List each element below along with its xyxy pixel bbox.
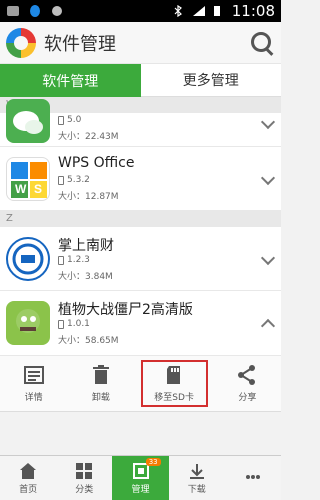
- nav-category[interactable]: 分类: [56, 456, 112, 500]
- app-action-bar: 详情 卸载 移至SD卡 分享: [0, 356, 281, 412]
- bottom-nav: 首页 分类 33 管理 下载: [0, 455, 281, 500]
- battery-icon: [212, 5, 226, 17]
- tab-more-management[interactable]: 更多管理: [140, 64, 281, 97]
- list-item-nancai[interactable]: 掌上南财 1.2.3 大小：3.84M: [0, 227, 281, 291]
- app-size: 大小：3.84M: [58, 272, 113, 282]
- list-item-wps[interactable]: W S WPS Office 5.3.2 大小：12.87M: [0, 147, 281, 211]
- phone-icon: [58, 319, 64, 329]
- nav-home[interactable]: 首页: [0, 456, 56, 500]
- details-button[interactable]: 详情: [0, 356, 67, 411]
- wechat-icon: [6, 99, 50, 143]
- status-bar: 11:08: [0, 0, 281, 22]
- share-button[interactable]: 分享: [214, 356, 281, 411]
- signal-icon: [192, 5, 206, 17]
- svg-text:W: W: [15, 182, 27, 196]
- phone-icon: [58, 255, 64, 265]
- download-icon: [189, 463, 204, 479]
- pvz-icon: [6, 301, 50, 345]
- app-version: 1.2.3: [58, 255, 90, 265]
- share-icon: [238, 365, 256, 385]
- wps-office-icon: W S: [6, 157, 50, 201]
- trash-icon: [92, 365, 109, 384]
- chevron-down-icon[interactable]: [260, 250, 276, 266]
- app-notification-icon: [50, 5, 64, 17]
- more-icon: [245, 475, 260, 479]
- app-version: 1.0.1: [58, 319, 90, 329]
- phone-icon: [58, 115, 64, 125]
- app-name: WPS Office: [58, 155, 135, 171]
- list-item-pvz[interactable]: 植物大战僵尸2高清版 1.0.1 大小：58.65M: [0, 291, 281, 356]
- app-size: 大小：22.43M: [58, 132, 119, 142]
- app-logo-icon: [6, 27, 36, 58]
- move-to-sd-button[interactable]: 移至SD卡: [140, 360, 208, 407]
- page-title: 软件管理: [44, 33, 116, 55]
- nav-download[interactable]: 下载: [169, 456, 225, 500]
- sd-card-icon: [167, 366, 181, 384]
- home-icon: [20, 462, 37, 479]
- svg-text:S: S: [34, 182, 42, 196]
- clock: 11:08: [231, 2, 275, 20]
- chevron-down-icon[interactable]: [260, 170, 276, 186]
- section-header-z: Z: [0, 211, 281, 227]
- notification-icon: [6, 5, 20, 17]
- chevron-up-icon[interactable]: [260, 318, 276, 334]
- bluetooth-icon: [172, 4, 186, 18]
- list-item-wechat[interactable]: 5.0 大小：22.43M: [0, 99, 281, 147]
- app-name: 掌上南财: [58, 238, 114, 254]
- nav-manage[interactable]: 33 管理: [112, 456, 169, 500]
- app-size: 大小：58.65M: [58, 336, 119, 346]
- app-version: 5.0: [58, 115, 81, 125]
- qq-icon: [28, 5, 42, 17]
- uninstall-button[interactable]: 卸载: [67, 356, 134, 411]
- app-header: 软件管理: [0, 22, 281, 64]
- update-count-badge: 33: [145, 458, 161, 466]
- phone-icon: [58, 175, 64, 185]
- details-icon: [23, 366, 44, 384]
- tab-software-management[interactable]: 软件管理: [0, 64, 141, 97]
- nancai-icon: [6, 237, 50, 281]
- nav-more[interactable]: [225, 456, 281, 500]
- app-version: 5.3.2: [58, 175, 90, 185]
- tab-bar: 软件管理 更多管理: [0, 64, 281, 97]
- chevron-down-icon[interactable]: [260, 114, 276, 130]
- app-name: 植物大战僵尸2高清版: [58, 302, 193, 318]
- search-icon[interactable]: [249, 30, 275, 56]
- app-size: 大小：12.87M: [58, 192, 119, 202]
- grid-icon: [76, 462, 93, 479]
